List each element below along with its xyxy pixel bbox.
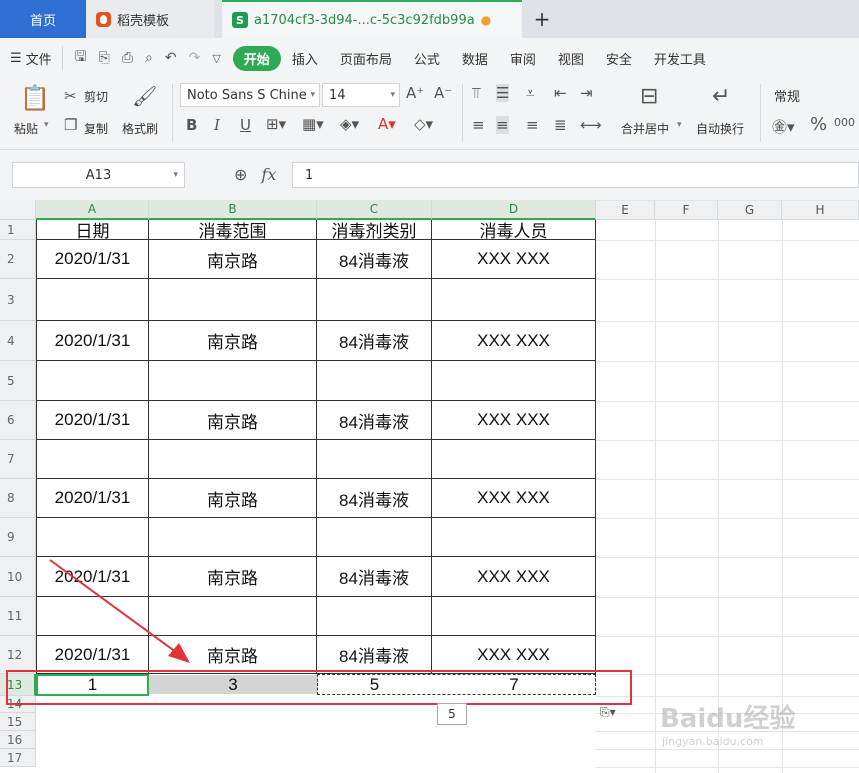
format-painter-button[interactable]: 格式刷 <box>122 120 158 137</box>
decrease-font-icon[interactable]: A⁻ <box>434 84 452 102</box>
bold-icon[interactable]: B <box>186 116 197 134</box>
watermark-url: jingyan.baidu.com <box>662 735 764 748</box>
new-tab-button[interactable]: + <box>522 0 562 38</box>
distributed-icon[interactable]: ⟷ <box>580 116 602 134</box>
fill-pattern-icon[interactable]: ▦▾ <box>302 115 324 133</box>
formula-bar: A13 ▾ ⊕ fx 1 <box>0 150 859 200</box>
paste-chevron-icon[interactable]: ▾ <box>44 120 49 130</box>
underline-icon[interactable]: U <box>240 116 251 134</box>
menu-item-formula[interactable]: 公式 <box>403 49 451 68</box>
merge-chevron-icon[interactable]: ▾ <box>677 120 682 130</box>
italic-icon[interactable]: I <box>214 116 220 134</box>
menu-item-insert[interactable]: 插入 <box>281 49 329 68</box>
spreadsheet-logo-icon: S <box>232 12 248 28</box>
file-menu-label: 文件 <box>25 52 52 68</box>
menu-bar: ☰ 文件 🖫 ⎘ ⎙ ⌕ ↶ ↷ ▽ 开始 插入 页面布局 公式 数据 审阅 视… <box>0 38 859 78</box>
menu-item-start[interactable]: 开始 <box>232 45 281 71</box>
docer-logo-icon <box>96 11 111 27</box>
ribbon-divider <box>760 84 761 142</box>
wrap-text-button[interactable]: 自动换行 <box>696 120 744 137</box>
formula-input[interactable]: 1 <box>292 162 859 188</box>
redo-icon[interactable]: ↷ <box>189 50 201 66</box>
paste-button[interactable]: 粘贴 <box>14 120 38 137</box>
align-bottom-icon[interactable]: ⩡ <box>526 84 534 102</box>
save-icon[interactable]: 🖫 <box>75 46 87 70</box>
fill-color-icon[interactable]: ◈▾ <box>340 115 359 133</box>
copy-button[interactable]: 复制 <box>84 120 108 137</box>
paste-options-icon[interactable]: ⎘▾ <box>600 705 616 720</box>
scissors-icon[interactable]: ✂ <box>64 87 77 105</box>
export-icon[interactable]: ⎘ <box>99 50 110 66</box>
menu-item-view[interactable]: 视图 <box>547 49 595 68</box>
annotation-arrow <box>49 559 190 663</box>
undo-icon[interactable]: ↶ <box>165 50 177 66</box>
tab-template-label: 稻壳模板 <box>117 13 170 29</box>
new-tab-label: + <box>533 7 551 31</box>
menu-item-review[interactable]: 审阅 <box>499 49 547 68</box>
chevron-down-icon[interactable]: ▽ <box>212 52 220 65</box>
font-size-select[interactable]: 14 ▾ <box>322 83 400 107</box>
align-left-icon[interactable]: ≡ <box>472 116 485 134</box>
align-center-icon[interactable]: ≡ <box>496 116 509 134</box>
paste-icon[interactable]: 📋 <box>20 84 50 112</box>
font-color-icon[interactable]: A▾ <box>378 115 396 133</box>
tab-file[interactable]: S a1704cf3-3d94-...c-5c3c92fdb99a ● <box>222 0 522 38</box>
number-format-select[interactable]: 常规 <box>768 83 859 107</box>
quick-access-toolbar: 🖫 ⎘ ⎙ ⌕ ↶ ↷ ▽ <box>61 46 233 70</box>
name-box[interactable]: A13 ▾ <box>12 162 185 188</box>
tab-home[interactable]: 首页 <box>0 0 86 38</box>
menu-item-developer[interactable]: 开发工具 <box>643 49 717 68</box>
wrap-text-icon[interactable]: ↵ <box>712 84 730 109</box>
font-name-select[interactable]: Noto Sans S Chine ▾ <box>180 83 320 107</box>
fx-icon[interactable]: fx <box>261 165 276 184</box>
arrow-head <box>168 643 190 663</box>
number-format-value: 常规 <box>774 89 801 105</box>
align-middle-icon[interactable]: ☰ <box>496 84 510 102</box>
ribbon-divider <box>462 84 463 142</box>
ribbon: 📋 粘贴 ▾ ✂ 剪切 ❐ 复制 🖌 格式刷 Noto Sans S Chine… <box>0 78 859 150</box>
tab-template[interactable]: 稻壳模板 <box>86 0 214 38</box>
cut-button[interactable]: 剪切 <box>84 88 108 105</box>
name-box-value: A13 <box>85 167 112 183</box>
percent-icon[interactable]: % <box>810 114 827 135</box>
ribbon-divider <box>172 84 173 142</box>
merge-center-button[interactable]: 合并居中 <box>621 120 669 137</box>
border-icon[interactable]: ⊞▾ <box>266 115 286 133</box>
watermark-brand: Baidu经验 <box>660 704 796 734</box>
print-preview-icon[interactable]: ⌕ <box>145 50 153 66</box>
chevron-down-icon: ▾ <box>310 90 315 100</box>
menu-item-page-layout[interactable]: 页面布局 <box>329 49 403 68</box>
spreadsheet-grid[interactable]: ABCDEFGH 1 2 3 4 5 6 7 8 9 10 11 12 13 14 15 16 17 日期 消毒范… <box>0 200 859 773</box>
font-size-value: 14 <box>329 87 346 103</box>
zoom-search-icon[interactable]: ⊕ <box>234 165 247 184</box>
decrease-indent-icon[interactable]: ⇤ <box>554 84 567 102</box>
align-right-icon[interactable]: ≡ <box>526 116 539 134</box>
hamburger-icon: ☰ <box>10 50 22 66</box>
unsaved-dot-icon: ● <box>480 13 492 27</box>
merge-center-icon[interactable]: ⊟ <box>640 84 658 109</box>
tooltip-value: 5 <box>448 707 456 721</box>
menu-item-data[interactable]: 数据 <box>451 49 499 68</box>
align-top-icon[interactable]: ⫪ <box>472 84 480 102</box>
chevron-down-icon: ▾ <box>390 90 395 100</box>
menu-item-security[interactable]: 安全 <box>595 49 643 68</box>
formula-value: 1 <box>305 167 314 183</box>
arrow-line <box>49 559 181 656</box>
file-menu-button[interactable]: ☰ 文件 <box>0 49 62 68</box>
tab-home-label: 首页 <box>29 13 56 29</box>
print-icon[interactable]: ⎙ <box>122 50 133 66</box>
tab-file-label: a1704cf3-3d94-...c-5c3c92fdb99a <box>254 12 475 28</box>
justify-icon[interactable]: ≣ <box>554 116 567 134</box>
copy-icon[interactable]: ❐ <box>64 116 77 134</box>
increase-indent-icon[interactable]: ⇥ <box>580 84 593 102</box>
chevron-down-icon: ▾ <box>173 170 178 180</box>
clear-format-icon[interactable]: ◇▾ <box>414 115 433 133</box>
font-name-value: Noto Sans S Chine <box>187 87 307 103</box>
tab-bar: 首页 稻壳模板 S a1704cf3-3d94-...c-5c3c92fdb99… <box>0 0 859 38</box>
autofill-tooltip: 5 <box>437 703 467 725</box>
format-painter-icon[interactable]: 🖌 <box>132 84 157 108</box>
increase-font-icon[interactable]: A⁺ <box>406 84 424 102</box>
currency-icon[interactable]: ㊎▾ <box>772 116 795 137</box>
thousands-separator-icon[interactable]: 000 <box>834 116 855 129</box>
